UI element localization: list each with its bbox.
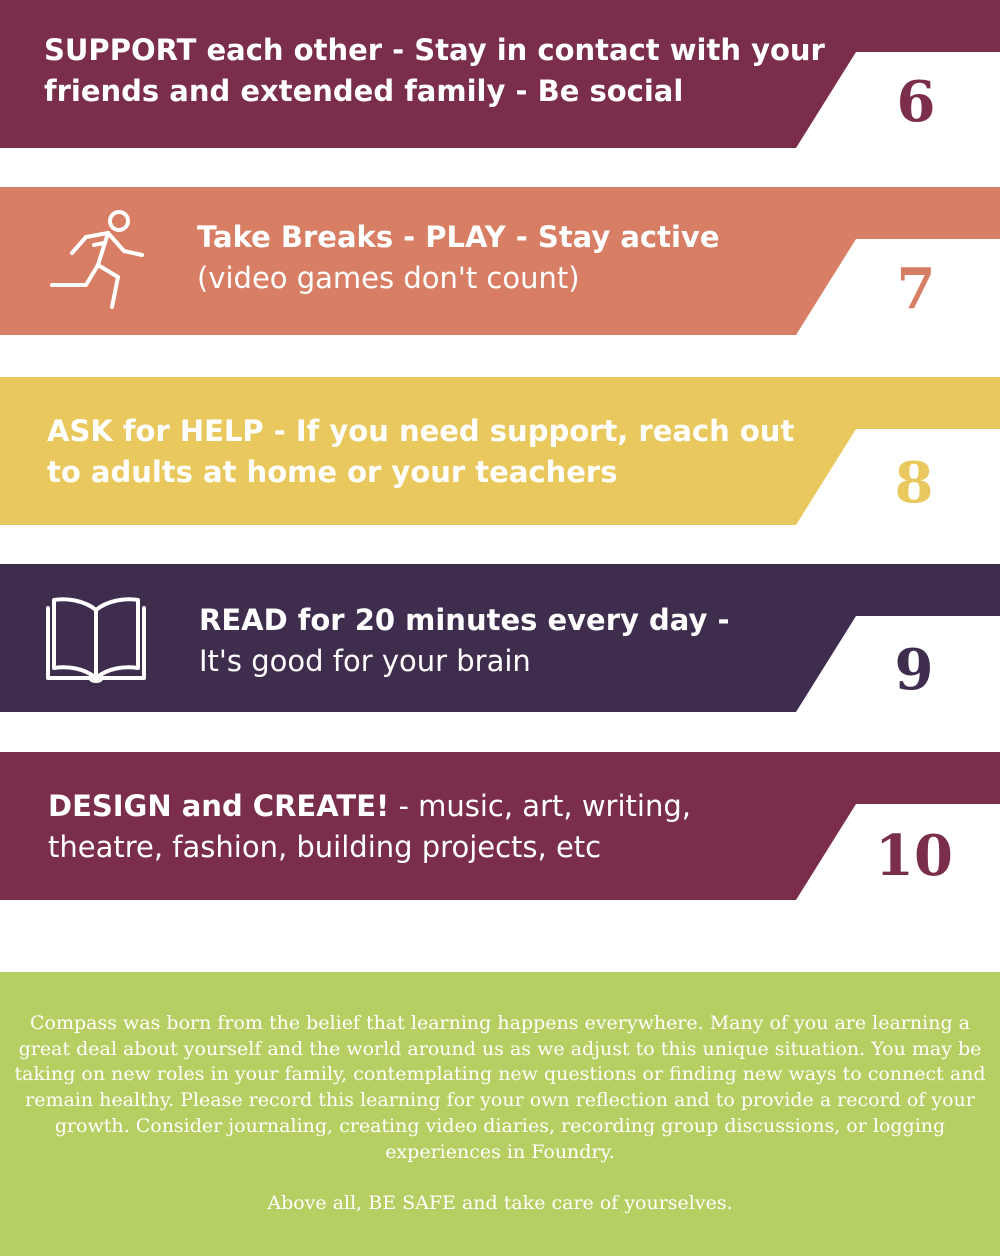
running-person-icon — [50, 210, 144, 309]
item-8-number: 8 — [894, 450, 934, 516]
item-7-line2: (video games don't count) — [197, 261, 580, 295]
item-6-text: SUPPORT each other - Stay in contact wit… — [44, 30, 825, 112]
item-8-line2-bold: to adults at home or your teachers — [47, 455, 618, 489]
footer-panel: Compass was born from the belief that le… — [0, 972, 1000, 1256]
item-10-text: DESIGN and CREATE! - music, art, writing… — [48, 786, 691, 868]
item-9-band: READ for 20 minutes every day - It's goo… — [0, 564, 1000, 712]
item-8-text: ASK for HELP - If you need support, reac… — [47, 411, 794, 493]
item-9-text: READ for 20 minutes every day - It's goo… — [199, 600, 730, 682]
item-6-band: SUPPORT each other - Stay in contact wit… — [0, 0, 1000, 148]
item-8-band: ASK for HELP - If you need support, reac… — [0, 377, 1000, 525]
item-6-number: 6 — [896, 69, 936, 135]
item-10-line2: theatre, fashion, building projects, etc — [48, 830, 602, 864]
item-9-number: 9 — [894, 637, 934, 703]
item-7-text: Take Breaks - PLAY - Stay active (video … — [197, 217, 720, 299]
item-7-bold: Take Breaks - PLAY - Stay active — [197, 220, 720, 254]
item-6-bold: SUPPORT each other - Stay in contact wit… — [44, 33, 825, 67]
item-8-bold: ASK for HELP - If you need support, reac… — [47, 414, 795, 448]
item-6-line2-bold: friends and extended family - Be social — [44, 74, 684, 108]
item-10-regular: - music, art, writing, — [389, 789, 691, 823]
open-book-icon — [46, 597, 146, 683]
item-9-line2: It's good for your brain — [199, 644, 531, 678]
item-9-bold: READ for 20 minutes every day - — [199, 603, 730, 637]
footer-paragraph: Compass was born from the belief that le… — [14, 1012, 986, 1163]
item-7-band: Take Breaks - PLAY - Stay active (video … — [0, 187, 1000, 335]
item-7-number: 7 — [896, 256, 936, 322]
item-10-bold: DESIGN and CREATE! — [48, 789, 390, 823]
item-10-band: DESIGN and CREATE! - music, art, writing… — [0, 752, 1000, 900]
item-10-number: 10 — [875, 823, 953, 889]
footer-closing: Above all, BE SAFE and take care of your… — [267, 1192, 733, 1215]
